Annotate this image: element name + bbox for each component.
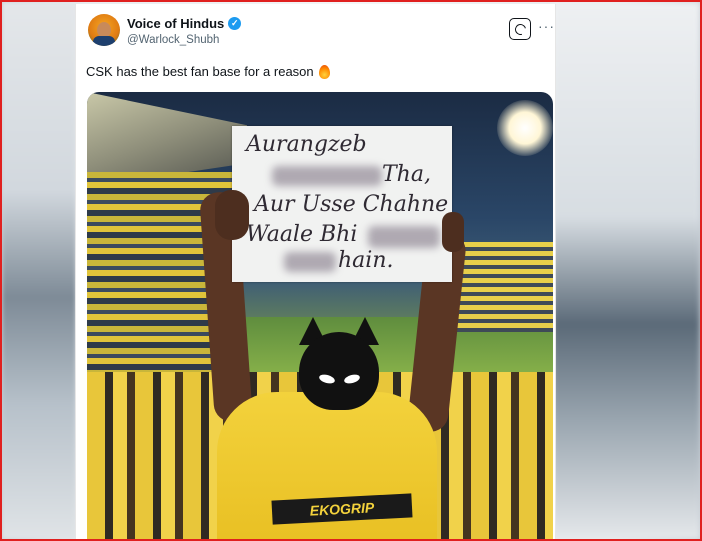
- face-mask-overlay: [299, 332, 379, 410]
- blurred-background-left: [2, 2, 76, 539]
- fire-emoji-icon: [318, 64, 330, 79]
- placard-blur-1: [272, 166, 382, 186]
- floodlight: [497, 100, 553, 156]
- tweet-card: Voice of Hindus ✓ @Warlock_Shubh ··· CSK…: [75, 4, 556, 539]
- post-image[interactable]: EKOGRIP Aurangzeb Tha, Aur Usse Chahne W…: [87, 92, 553, 539]
- avatar-body: [93, 36, 115, 46]
- verified-badge-icon: ✓: [228, 17, 242, 30]
- placard-line-1: Aurangzeb: [246, 132, 367, 157]
- placard: Aurangzeb Tha, Aur Usse Chahne Waale Bhi…: [232, 126, 452, 282]
- post-text-row: CSK has the best fan base for a reason: [86, 64, 330, 79]
- author-name[interactable]: Voice of Hindus: [127, 16, 224, 31]
- stadium-stand-right: [457, 242, 553, 332]
- placard-line-2: Tha,: [382, 162, 431, 187]
- author-handle[interactable]: @Warlock_Shubh: [127, 34, 219, 46]
- author-name-row[interactable]: Voice of Hindus ✓: [127, 16, 242, 31]
- fan-right-hand: [442, 212, 464, 252]
- blurred-background-right: [552, 2, 700, 539]
- placard-blur-2: [368, 226, 440, 248]
- placard-line-4: Waale Bhi: [246, 222, 358, 247]
- more-options-icon[interactable]: ···: [538, 18, 555, 34]
- grok-icon[interactable]: [509, 18, 531, 40]
- placard-line-5: hain.: [338, 248, 394, 273]
- post-text: CSK has the best fan base for a reason: [86, 64, 314, 79]
- screenshot-frame: Voice of Hindus ✓ @Warlock_Shubh ··· CSK…: [0, 0, 702, 541]
- fan-left-hand: [215, 190, 249, 240]
- placard-blur-3: [284, 252, 336, 272]
- avatar[interactable]: [88, 14, 120, 46]
- placard-line-3: Aur Usse Chahne: [254, 192, 449, 217]
